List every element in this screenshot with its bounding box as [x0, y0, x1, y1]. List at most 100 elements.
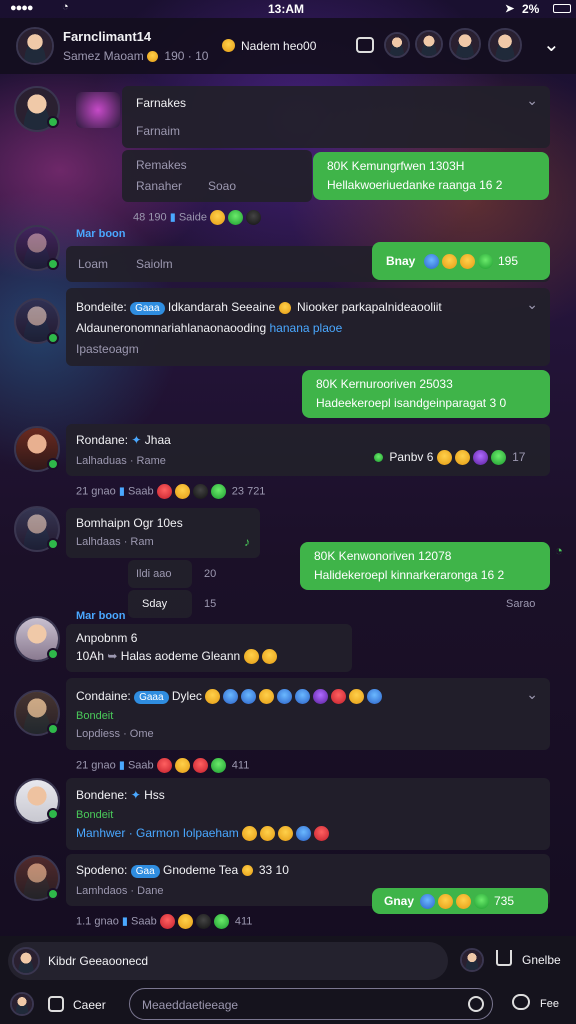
outgoing-bubble[interactable]: Bnay 195 [372, 242, 550, 280]
reaction-icon[interactable] [192, 484, 208, 499]
footer-text: 411 [231, 759, 250, 772]
reaction-icon[interactable] [210, 210, 226, 225]
reaction-icon[interactable] [213, 914, 229, 929]
message-sender: Farnakes [136, 96, 187, 110]
reaction-icon[interactable] [174, 484, 190, 499]
reaction-icon[interactable] [192, 758, 208, 773]
chevron-down-icon[interactable]: ⌄ [526, 686, 538, 703]
reply-preview[interactable]: Kibdr Geeaoonecd [8, 942, 448, 980]
outgoing-bubble[interactable]: 80K Kernurooriven 25033 Hadeekeroepl isa… [302, 370, 550, 418]
emoji-icon [242, 826, 258, 842]
reaction-icon[interactable] [177, 914, 193, 929]
message-text: Panbv 6 [389, 450, 434, 464]
footer-text: Saab [127, 485, 154, 498]
reaction-icon[interactable]: ▮ [119, 759, 125, 771]
emoji-icon [260, 826, 276, 842]
reaction-icon[interactable] [474, 894, 489, 910]
right-label[interactable]: Fee [540, 998, 559, 1010]
message-link[interactable]: Manhwer · Garmon [76, 826, 179, 840]
message-link[interactable]: hanana plaoe [270, 321, 343, 335]
message-line: Manhwer · Garmon Iolpaeham [76, 826, 332, 842]
outgoing-bubble[interactable]: Gnay 735 [372, 888, 548, 914]
role-badge: Gaa [130, 865, 160, 878]
share-icon[interactable] [496, 950, 512, 966]
check-icon: ♪ [244, 535, 250, 549]
reaction-icon[interactable] [442, 254, 457, 270]
member-avatar[interactable] [415, 30, 443, 58]
reaction-icon[interactable] [174, 758, 190, 773]
chevron-down-icon[interactable]: ⌄ [526, 296, 538, 313]
reaction-icon[interactable] [456, 894, 471, 910]
camera-icon[interactable] [48, 996, 64, 1012]
reaction-icon[interactable] [420, 894, 435, 910]
system-chip: Sday [128, 590, 192, 618]
share-label[interactable]: Gnelbe [522, 953, 561, 967]
emoji-icon [278, 826, 294, 842]
member-avatar[interactable] [460, 948, 484, 972]
message-card[interactable]: Condaine: Gaaa Dylec ⌄ Bondeit Lopdiess … [66, 678, 550, 750]
message-card[interactable]: Remakes Ranaher Soao [122, 150, 312, 202]
message-card[interactable]: Anpobnm 6 10Ah ➥ Halas aodeme Gleann [66, 624, 352, 672]
reply-text: Geeaoonecd [79, 954, 149, 968]
group-name[interactable]: Nadem heo00 [241, 39, 316, 53]
reaction-icon[interactable]: ▮ [122, 915, 128, 927]
reply-line: Kibdr Geeaoonecd [48, 954, 148, 968]
message-prefix: Loam [78, 257, 109, 271]
message-line: 10Ah ➥ Halas aodeme Gleann [76, 649, 280, 665]
reaction-icon[interactable]: ▮ [170, 211, 176, 223]
message-card[interactable]: Bomhaipn Ogr 10es Lalhdaas · Ram ♪ [66, 508, 260, 558]
bubble-line: Halidekeroepl kinnarkeraronga 16 2 [314, 568, 505, 582]
emoji-icon [241, 865, 253, 877]
outgoing-bubble[interactable]: 80K Kenwonoriven 12078 Halidekeroepl kin… [300, 542, 550, 590]
reaction-icon[interactable] [228, 210, 244, 225]
clock-icon[interactable] [468, 996, 484, 1012]
bubble-label: Bnay [386, 254, 416, 268]
chat-avatar[interactable] [16, 27, 54, 65]
reaction-icon[interactable] [156, 484, 172, 499]
reaction-icon[interactable] [210, 758, 226, 773]
bubble-line: 80K Kemungrfwen 1303H [327, 159, 465, 173]
reaction-icon[interactable] [438, 894, 453, 910]
footer-text: 1.1 gnao [76, 915, 119, 928]
sticker-icon[interactable] [512, 994, 530, 1010]
subtitle-text: Samez Maoam [63, 49, 144, 63]
member-avatar[interactable] [384, 32, 410, 58]
emoji-icon [314, 826, 330, 842]
user-avatar[interactable] [10, 992, 34, 1016]
message-card[interactable]: Bondeite: Gaaa Idkandarah Seeaine Niooke… [66, 288, 550, 366]
message-card[interactable]: Bondene: ✦ Hss Bondeit Manhwer · Garmon … [66, 778, 550, 850]
reaction-icon[interactable] [478, 254, 493, 270]
message-card[interactable]: Rondane: ✦ Jhaa Panbv 6 17 Lalhaduas · R… [66, 424, 550, 476]
camera-icon[interactable] [356, 37, 374, 53]
reaction-icon[interactable]: ▮ [119, 485, 125, 497]
message-link[interactable]: Iolpaeham [183, 826, 239, 840]
reaction-icon[interactable] [195, 914, 211, 929]
reaction-icon[interactable] [490, 450, 506, 466]
reaction-icon[interactable] [156, 758, 172, 773]
message-text: Ranaher [136, 179, 183, 193]
reaction-icon[interactable] [436, 450, 452, 466]
reaction-icon[interactable] [424, 254, 439, 270]
reaction-icon[interactable] [460, 254, 475, 270]
chevron-down-icon[interactable]: ⌄ [543, 32, 560, 57]
member-avatar[interactable] [449, 28, 481, 60]
chevron-down-icon[interactable]: ⌄ [526, 92, 538, 109]
message-input[interactable]: Meaeddaetieeage [129, 988, 493, 1020]
emoji-icon [331, 689, 347, 705]
reaction-icon[interactable] [472, 450, 488, 466]
battery-percent: 2% [522, 2, 540, 16]
emoji-icon [261, 649, 277, 665]
reaction-icon[interactable] [210, 484, 226, 499]
left-label[interactable]: Caeer [73, 998, 106, 1012]
message-card[interactable]: Farnakes ⌄ Farnaim [122, 86, 550, 148]
reaction-icon[interactable] [246, 210, 262, 225]
outgoing-bubble[interactable]: 80K Kemungrfwen 1303H Hellakwoeriuedanke… [313, 152, 549, 200]
online-indicator [47, 116, 59, 128]
reaction-icon[interactable] [159, 914, 175, 929]
reaction-icon[interactable] [454, 450, 470, 466]
chat-title[interactable]: Farnclimant14 [63, 29, 151, 44]
member-avatar[interactable] [488, 28, 522, 62]
bubble-label: Gnay [384, 894, 415, 908]
message-text: 10Ah [76, 649, 105, 663]
bubble-line: Hellakwoeriuedanke raanga 16 2 [327, 178, 503, 192]
